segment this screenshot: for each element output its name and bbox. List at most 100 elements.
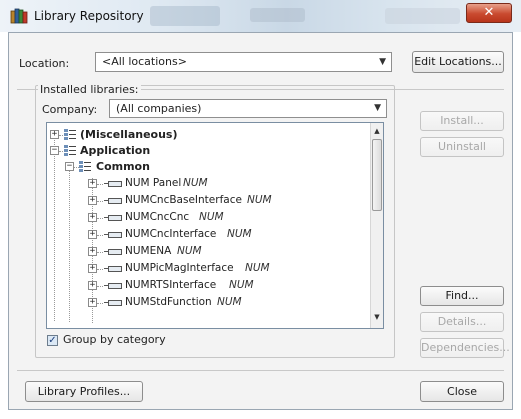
expand-plus-icon[interactable]: + — [88, 298, 97, 307]
install-button[interactable]: Install... — [420, 111, 504, 131]
edit-locations-label: Edit Locations... — [414, 55, 502, 68]
tree-line — [97, 252, 103, 253]
tree-item-library[interactable]: + NUMCncBaseInterface NUM — [47, 193, 367, 209]
books-icon — [10, 8, 28, 24]
library-icon — [104, 283, 122, 289]
category-icon — [64, 145, 76, 156]
tree-item-label: NUMStdFunction — [125, 296, 212, 308]
location-dropdown-value: <All locations> — [102, 55, 187, 68]
tree-item-vendor: NUM — [177, 245, 202, 257]
tree-item-label: NUMPicMagInterface — [125, 262, 234, 274]
tree-item-library[interactable]: + NUMPicMagInterface NUM — [47, 261, 367, 277]
tree-item-label: NUM Panel — [125, 177, 182, 189]
tree-item-label: (Miscellaneous) — [80, 128, 178, 141]
tree-line — [97, 184, 103, 185]
library-icon — [104, 232, 122, 238]
tree-item-vendor: NUM — [245, 262, 270, 274]
library-icon — [104, 215, 122, 221]
library-icon — [104, 300, 122, 306]
scroll-up-icon[interactable]: ▲ — [371, 127, 383, 135]
tree-line — [97, 269, 103, 270]
tree-item-label: NUMENA — [125, 245, 172, 257]
tree-item-common[interactable]: − Common — [47, 159, 367, 175]
tree-item-label: NUMCncInterface — [125, 228, 217, 240]
scrollbar-thumb[interactable] — [372, 139, 382, 211]
close-button-label: Close — [447, 385, 477, 398]
tree-line — [97, 201, 103, 202]
title-bar[interactable]: Library Repository ✕ — [0, 0, 521, 32]
tree-item-vendor: NUM — [217, 296, 242, 308]
expand-plus-icon[interactable]: + — [88, 213, 97, 222]
company-dropdown-value: (All companies) — [116, 102, 202, 115]
library-tree[interactable]: + (Miscellaneous) − Application − Common… — [46, 122, 384, 329]
expand-plus-icon[interactable]: + — [88, 196, 97, 205]
expand-plus-icon[interactable]: + — [50, 130, 59, 139]
tree-item-label: NUMCncCnc — [125, 211, 190, 223]
library-icon — [104, 181, 122, 187]
tree-line — [97, 303, 103, 304]
collapse-minus-icon[interactable]: − — [65, 162, 74, 171]
close-window-button[interactable]: ✕ — [466, 3, 512, 23]
uninstall-button[interactable]: Uninstall — [420, 137, 504, 157]
tree-item-label: NUMRTSInterface — [125, 279, 217, 291]
category-icon — [79, 161, 91, 172]
find-button[interactable]: Find... — [420, 286, 504, 306]
company-dropdown[interactable]: (All companies) ▼ — [109, 99, 387, 118]
tree-line — [97, 286, 103, 287]
scroll-down-icon[interactable]: ▼ — [371, 313, 383, 321]
close-icon: ✕ — [483, 5, 495, 20]
tree-item-label: Application — [80, 144, 151, 157]
tree-item-label: Common — [96, 160, 150, 173]
tree-vertical-scrollbar[interactable]: ▲ ▼ — [370, 123, 383, 328]
chevron-down-icon: ▼ — [379, 57, 386, 67]
tree-item-vendor: NUM — [247, 194, 272, 206]
tree-item-library[interactable]: + NUMStdFunction NUM — [47, 295, 367, 309]
close-button[interactable]: Close — [420, 381, 504, 402]
details-button[interactable]: Details... — [420, 312, 504, 332]
category-icon — [64, 129, 76, 140]
checkmark-icon: ✓ — [48, 335, 57, 346]
library-icon — [104, 266, 122, 272]
tree-item-vendor: NUM — [183, 177, 208, 189]
location-dropdown[interactable]: <All locations> ▼ — [95, 52, 392, 72]
tree-item-application[interactable]: − Application — [47, 143, 367, 159]
tree-item-library[interactable]: + NUMRTSInterface NUM — [47, 278, 367, 294]
install-button-label: Install... — [440, 114, 484, 127]
dependencies-button[interactable]: Dependencies... — [420, 338, 510, 358]
window-title: Library Repository — [34, 9, 144, 23]
tree-line — [97, 218, 103, 219]
library-profiles-button[interactable]: Library Profiles... — [25, 381, 143, 402]
collapse-minus-icon[interactable]: − — [50, 146, 59, 155]
installed-libraries-title: Installed libraries: — [38, 83, 141, 96]
tree-line — [97, 235, 103, 236]
tree-item-label: NUMCncBaseInterface — [125, 194, 242, 206]
tree-item-vendor: NUM — [227, 228, 252, 240]
title-bar-background-blur — [250, 8, 305, 22]
group-by-category-checkbox[interactable]: ✓ — [47, 335, 58, 346]
tree-item-library[interactable]: + NUMENA NUM — [47, 244, 367, 260]
tree-item-vendor: NUM — [199, 211, 224, 223]
group-by-category-label[interactable]: Group by category — [63, 333, 166, 346]
edit-locations-button[interactable]: Edit Locations... — [412, 51, 504, 73]
title-bar-background-blur — [150, 6, 220, 26]
tree-item-vendor: NUM — [229, 279, 254, 291]
dependencies-button-label: Dependencies... — [421, 341, 510, 354]
title-bar-background-blur — [385, 8, 460, 24]
tree-item-library[interactable]: + NUM Panel NUM — [47, 176, 367, 192]
library-profiles-button-label: Library Profiles... — [37, 385, 131, 398]
uninstall-button-label: Uninstall — [438, 140, 486, 153]
expand-plus-icon[interactable]: + — [88, 264, 97, 273]
company-label: Company: — [42, 103, 98, 116]
expand-plus-icon[interactable]: + — [88, 281, 97, 290]
expand-plus-icon[interactable]: + — [88, 247, 97, 256]
dialog-body: Location: <All locations> ▼ Edit Locatio… — [8, 32, 513, 410]
location-label: Location: — [19, 57, 70, 70]
tree-item-library[interactable]: + NUMCncCnc NUM — [47, 210, 367, 226]
chevron-down-icon: ▼ — [374, 103, 381, 113]
expand-plus-icon[interactable]: + — [88, 230, 97, 239]
expand-plus-icon[interactable]: + — [88, 179, 97, 188]
library-icon — [104, 198, 122, 204]
tree-item-library[interactable]: + NUMCncInterface NUM — [47, 227, 367, 243]
find-button-label: Find... — [445, 289, 479, 302]
tree-item-miscellaneous[interactable]: + (Miscellaneous) — [47, 127, 367, 143]
